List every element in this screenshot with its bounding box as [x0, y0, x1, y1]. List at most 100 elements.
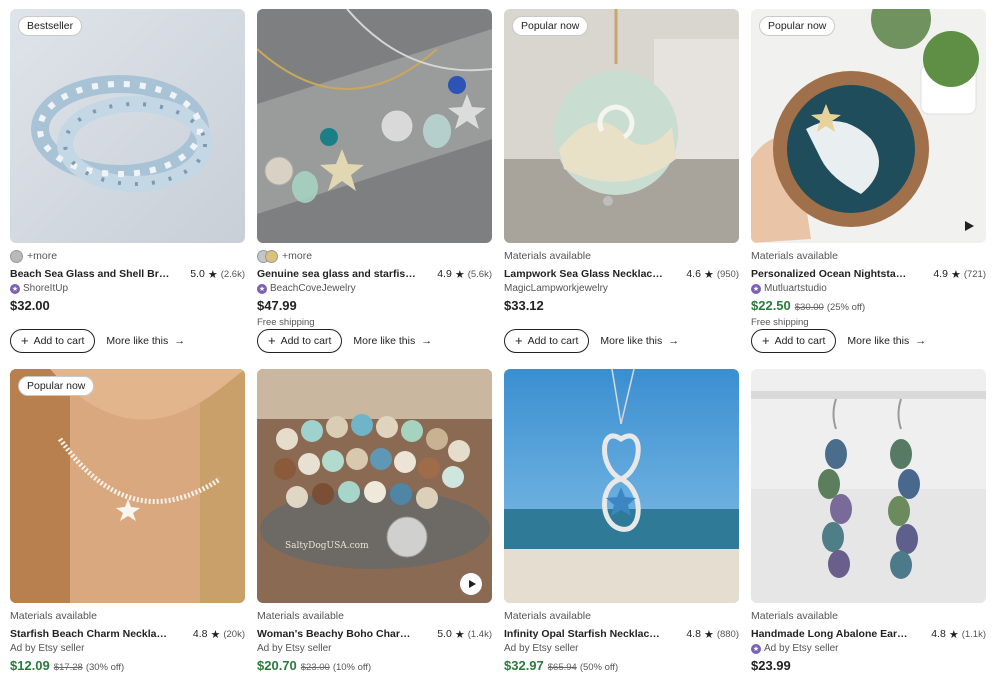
rating: 4.8 ★ (20k) — [193, 628, 245, 641]
listing-grid: Bestseller +more Beach Sea Glass and She… — [0, 0, 1000, 673]
listing-image[interactable]: Popular now — [751, 9, 986, 243]
materials-label: Materials available — [504, 610, 591, 622]
materials-label: Materials available — [257, 610, 344, 622]
card-actions: + Add to cart More like this → — [257, 329, 432, 353]
listing-card[interactable]: Materials available Handmade Long Abalon… — [751, 369, 986, 676]
add-to-cart-button[interactable]: + Add to cart — [504, 329, 590, 353]
rating-value: 4.8 — [686, 628, 701, 640]
more-variations: +more — [27, 250, 58, 262]
discount-label: (25% off) — [826, 302, 866, 313]
arrow-right-icon: → — [668, 335, 680, 347]
original-price: $17.28 — [53, 662, 83, 673]
materials-label: Materials available — [10, 610, 97, 622]
star-seller-icon: ★ — [10, 283, 20, 294]
listing-card[interactable]: +more Genuine sea glass and starfish n..… — [257, 9, 492, 353]
listing-image[interactable]: Bestseller — [10, 9, 245, 243]
play-icon — [468, 580, 476, 588]
listing-card[interactable]: Popular now Materials available Starfish… — [10, 369, 245, 676]
listing-card[interactable]: Popular now Materials available Lampwork… — [504, 9, 739, 353]
listing-image[interactable]: SaltyDogUSA.com — [257, 369, 492, 603]
card-actions: + Add to cart More like this → — [751, 329, 926, 353]
discount-label: (10% off) — [332, 662, 372, 673]
rating-value: 4.9 — [933, 268, 948, 280]
listing-title[interactable]: Starfish Beach Charm Necklace ... — [10, 628, 170, 640]
listing-title[interactable]: Infinity Opal Starfish Necklace - ... — [504, 628, 664, 640]
star-icon: ★ — [454, 628, 465, 641]
rating-value: 4.8 — [931, 628, 946, 640]
listing-card[interactable]: Bestseller +more Beach Sea Glass and She… — [10, 9, 245, 353]
listing-image[interactable]: Popular now — [10, 369, 245, 603]
listing-title[interactable]: Genuine sea glass and starfish n... — [257, 268, 417, 280]
review-count: (880) — [716, 628, 739, 640]
popular-now-badge: Popular now — [512, 16, 589, 36]
card-actions: + Add to cart More like this → — [10, 329, 185, 353]
listing-title[interactable]: Personalized Ocean Nightstand ... — [751, 268, 911, 280]
review-count: (20k) — [223, 628, 245, 640]
add-to-cart-button[interactable]: + Add to cart — [751, 329, 837, 353]
add-to-cart-button[interactable]: + Add to cart — [10, 329, 96, 353]
rating-value: 4.6 — [686, 268, 701, 280]
plus-icon: + — [21, 333, 29, 348]
star-icon: ★ — [703, 268, 714, 281]
more-like-this-link[interactable]: More like this → — [353, 335, 432, 347]
play-icon[interactable] — [965, 221, 974, 231]
shop-name[interactable]: BeachCoveJewelry — [270, 283, 356, 294]
materials-label: Materials available — [504, 250, 591, 262]
more-variations: +more — [282, 250, 313, 262]
more-like-this-label: More like this — [600, 335, 663, 347]
rating-value: 5.0 — [437, 628, 452, 640]
review-count: (721) — [963, 268, 986, 280]
listing-title[interactable]: Beach Sea Glass and Shell Brace... — [10, 268, 170, 280]
price: $47.99 — [257, 298, 297, 313]
ad-label: Ad by Etsy seller — [504, 643, 579, 654]
rating-value: 4.9 — [437, 268, 452, 280]
shop-name[interactable]: ShoreItUp — [23, 283, 68, 294]
variations-row: +more — [257, 249, 492, 263]
color-swatch[interactable] — [10, 249, 23, 263]
play-button[interactable] — [460, 573, 482, 595]
sale-price: $22.50 — [751, 298, 791, 313]
more-like-this-link[interactable]: More like this → — [600, 335, 679, 347]
color-swatch[interactable] — [265, 249, 278, 263]
rating: 4.8 ★ (880) — [686, 628, 739, 641]
card-actions: + Add to cart More like this → — [504, 329, 679, 353]
star-icon: ★ — [703, 628, 714, 641]
materials-label: Materials available — [751, 250, 838, 262]
free-shipping-label: Free shipping — [257, 317, 315, 328]
ad-label: Ad by Etsy seller — [10, 643, 85, 654]
more-like-this-label: More like this — [847, 335, 910, 347]
add-to-cart-button[interactable]: + Add to cart — [257, 329, 343, 353]
listing-image[interactable] — [751, 369, 986, 603]
listing-title[interactable]: Handmade Long Abalone Earrin... — [751, 628, 911, 640]
variations-row: +more — [10, 249, 245, 263]
star-icon: ★ — [950, 268, 961, 281]
shop-name[interactable]: Mutluartstudio — [764, 283, 827, 294]
materials-label: Materials available — [751, 610, 838, 622]
rating: 4.6 ★ (950) — [686, 268, 739, 281]
review-count: (5.6k) — [467, 268, 492, 280]
listing-card[interactable]: SaltyDogUSA.com Materials available Woma… — [257, 369, 492, 676]
listing-image[interactable]: Popular now — [504, 9, 739, 243]
more-like-this-link[interactable]: More like this → — [847, 335, 926, 347]
star-seller-icon: ★ — [257, 283, 267, 294]
listing-image[interactable] — [257, 9, 492, 243]
listing-image[interactable] — [504, 369, 739, 603]
listing-title[interactable]: Lampwork Sea Glass Necklace, ... — [504, 268, 664, 280]
original-price: $65.94 — [547, 662, 577, 673]
rating-value: 4.8 — [192, 628, 208, 640]
shop-name[interactable]: MagicLampworkjewelry — [504, 283, 608, 294]
plus-icon: + — [268, 333, 276, 348]
ad-label: Ad by Etsy seller — [257, 643, 332, 654]
more-like-this-link[interactable]: More like this → — [106, 335, 185, 347]
listing-card[interactable]: Popular now Materials available Personal… — [751, 9, 986, 353]
rating: 4.9 ★ (5.6k) — [437, 268, 492, 281]
arrow-right-icon: → — [174, 335, 186, 347]
discount-label: (50% off) — [579, 662, 619, 673]
rating: 4.8 ★ (1.1k) — [931, 628, 986, 641]
listing-card[interactable]: Materials available Infinity Opal Starfi… — [504, 369, 739, 676]
listing-title[interactable]: Woman's Beachy Boho Charm Br... — [257, 628, 417, 640]
review-count: (1.4k) — [467, 628, 492, 640]
rating: 4.9 ★ (721) — [933, 268, 986, 281]
price: $33.12 — [504, 298, 544, 313]
rating-value: 5.0 — [190, 268, 205, 280]
